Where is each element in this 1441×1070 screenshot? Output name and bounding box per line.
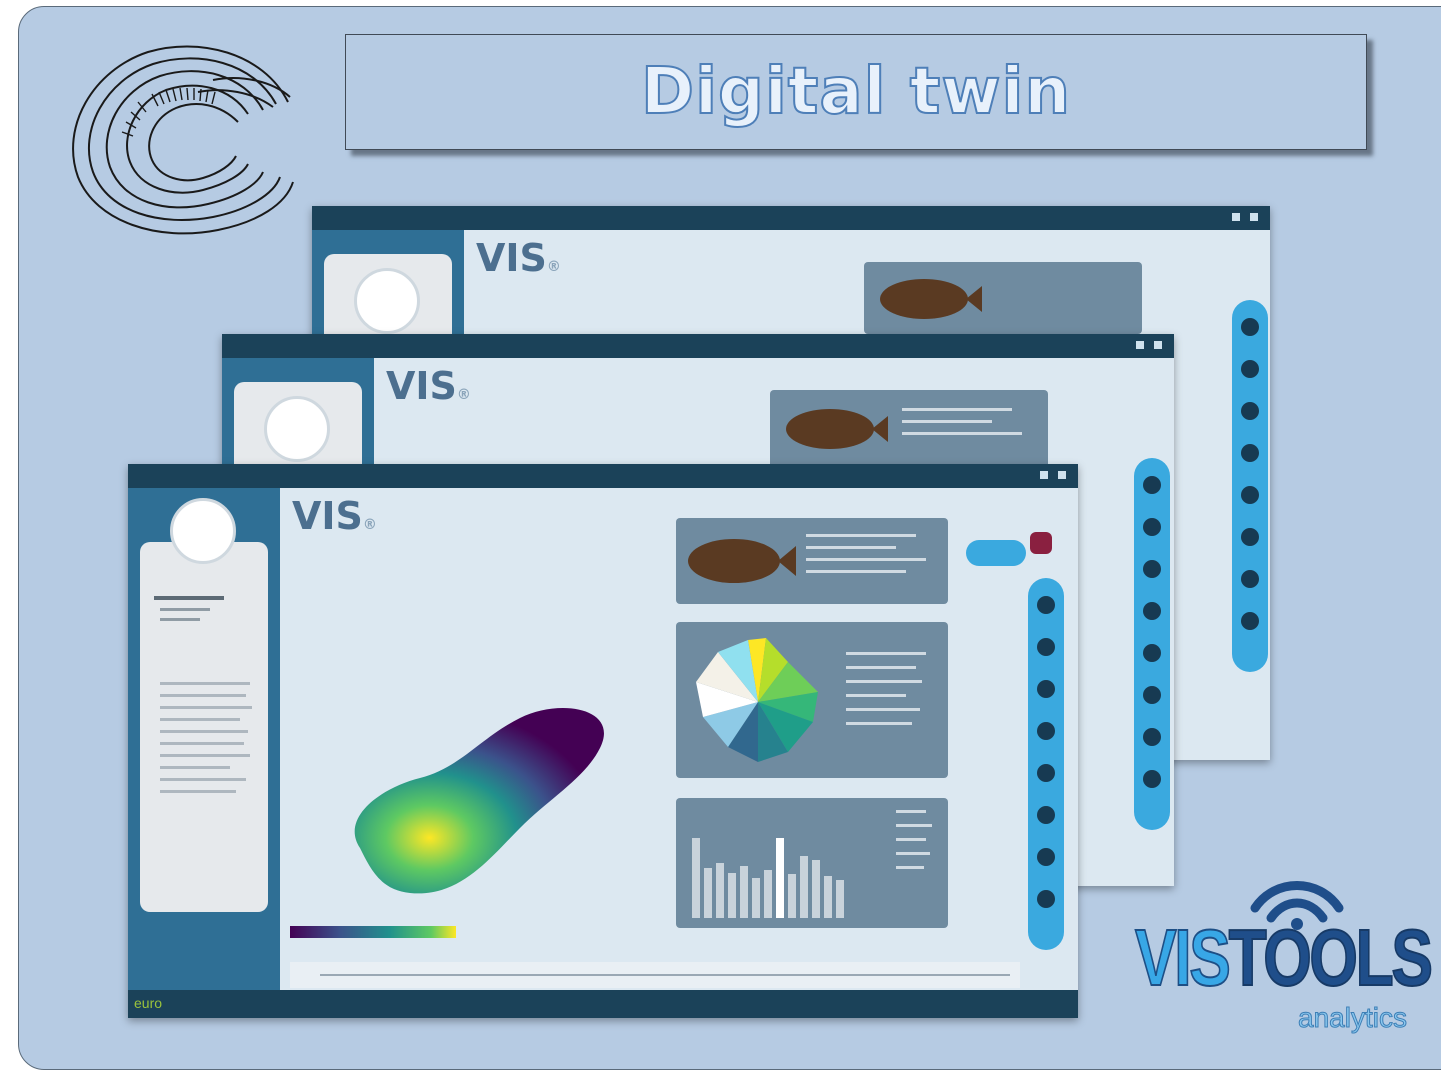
density-heatmap <box>354 708 604 894</box>
tool-icon[interactable] <box>1037 638 1055 656</box>
species-panel <box>770 390 1048 470</box>
tool-icon[interactable] <box>1241 318 1259 336</box>
species-panel <box>864 262 1142 334</box>
app-brand: VIS® <box>476 236 561 280</box>
tool-icon[interactable] <box>1037 722 1055 740</box>
tool-icon[interactable] <box>1143 770 1161 788</box>
species-panel <box>676 518 948 604</box>
tool-icon[interactable] <box>1037 848 1055 866</box>
brand-text: VIS <box>292 494 363 538</box>
fish-logo-icon <box>1030 532 1052 554</box>
tool-icon[interactable] <box>1241 444 1259 462</box>
close-icon[interactable] <box>1154 341 1162 349</box>
minimize-icon[interactable] <box>1136 341 1144 349</box>
timeline[interactable] <box>290 962 1020 988</box>
brand-text: VIS <box>476 236 547 280</box>
layer-switch[interactable] <box>966 540 1026 566</box>
avatar-icon <box>354 268 420 334</box>
flatfish-icon <box>786 409 888 449</box>
tool-icon[interactable] <box>1143 476 1161 494</box>
avatar-icon <box>264 396 330 462</box>
vistools-logo: VISTOOLS analytics <box>1134 866 1435 1036</box>
app-window-front: VIS® euro <box>128 464 1078 1018</box>
tool-icon[interactable] <box>1241 612 1259 630</box>
color-scale <box>290 926 456 938</box>
window-titlebar <box>222 334 1174 358</box>
map-area: VIS® <box>280 488 1078 1018</box>
window-titlebar <box>312 206 1270 230</box>
tool-icon[interactable] <box>1241 402 1259 420</box>
title-box: Digital twin <box>345 34 1367 150</box>
app-brand: VIS® <box>292 494 377 538</box>
close-icon[interactable] <box>1250 213 1258 221</box>
vistools-wordmark: VISTOOLS <box>1134 917 1434 999</box>
analytics-text: analytics <box>1298 1002 1408 1034</box>
tools-text: TOOLS <box>1228 913 1434 1002</box>
tool-icon[interactable] <box>1143 728 1161 746</box>
tool-icon[interactable] <box>1143 518 1161 536</box>
close-icon[interactable] <box>1058 471 1066 479</box>
minimize-icon[interactable] <box>1232 213 1240 221</box>
vis-text: VIS <box>1134 913 1231 1002</box>
minimize-icon[interactable] <box>1040 471 1048 479</box>
tool-icon[interactable] <box>1143 644 1161 662</box>
tool-icon[interactable] <box>1143 560 1161 578</box>
sidebar <box>128 488 280 1018</box>
tool-icon[interactable] <box>1037 806 1055 824</box>
brand-text: VIS <box>386 364 457 408</box>
tool-icon[interactable] <box>1037 764 1055 782</box>
slide-title: Digital twin <box>640 54 1072 130</box>
footer-text: euro <box>134 995 163 1011</box>
flatfish-icon <box>880 279 982 319</box>
tool-icon[interactable] <box>1037 680 1055 698</box>
flatfish-icon <box>688 539 796 583</box>
footer-bar: euro <box>128 990 1078 1018</box>
tool-icon[interactable] <box>1241 528 1259 546</box>
rose-chart-panel <box>676 622 948 778</box>
tool-icon[interactable] <box>1143 602 1161 620</box>
tool-icon[interactable] <box>1037 890 1055 908</box>
toolbar <box>1134 458 1170 830</box>
tool-icon[interactable] <box>1241 360 1259 378</box>
toolbar <box>1232 300 1268 672</box>
app-brand: VIS® <box>386 364 471 408</box>
toolbar <box>1028 578 1064 950</box>
tool-icon[interactable] <box>1241 570 1259 588</box>
rose-chart <box>696 638 818 762</box>
wave-logo-icon <box>72 45 294 235</box>
bar-chart-panel <box>676 798 948 928</box>
window-titlebar <box>128 464 1078 488</box>
user-card <box>140 498 268 912</box>
avatar-icon <box>170 498 236 564</box>
tool-icon[interactable] <box>1143 686 1161 704</box>
tool-icon[interactable] <box>1037 596 1055 614</box>
bar-chart <box>692 838 844 918</box>
tool-icon[interactable] <box>1241 486 1259 504</box>
